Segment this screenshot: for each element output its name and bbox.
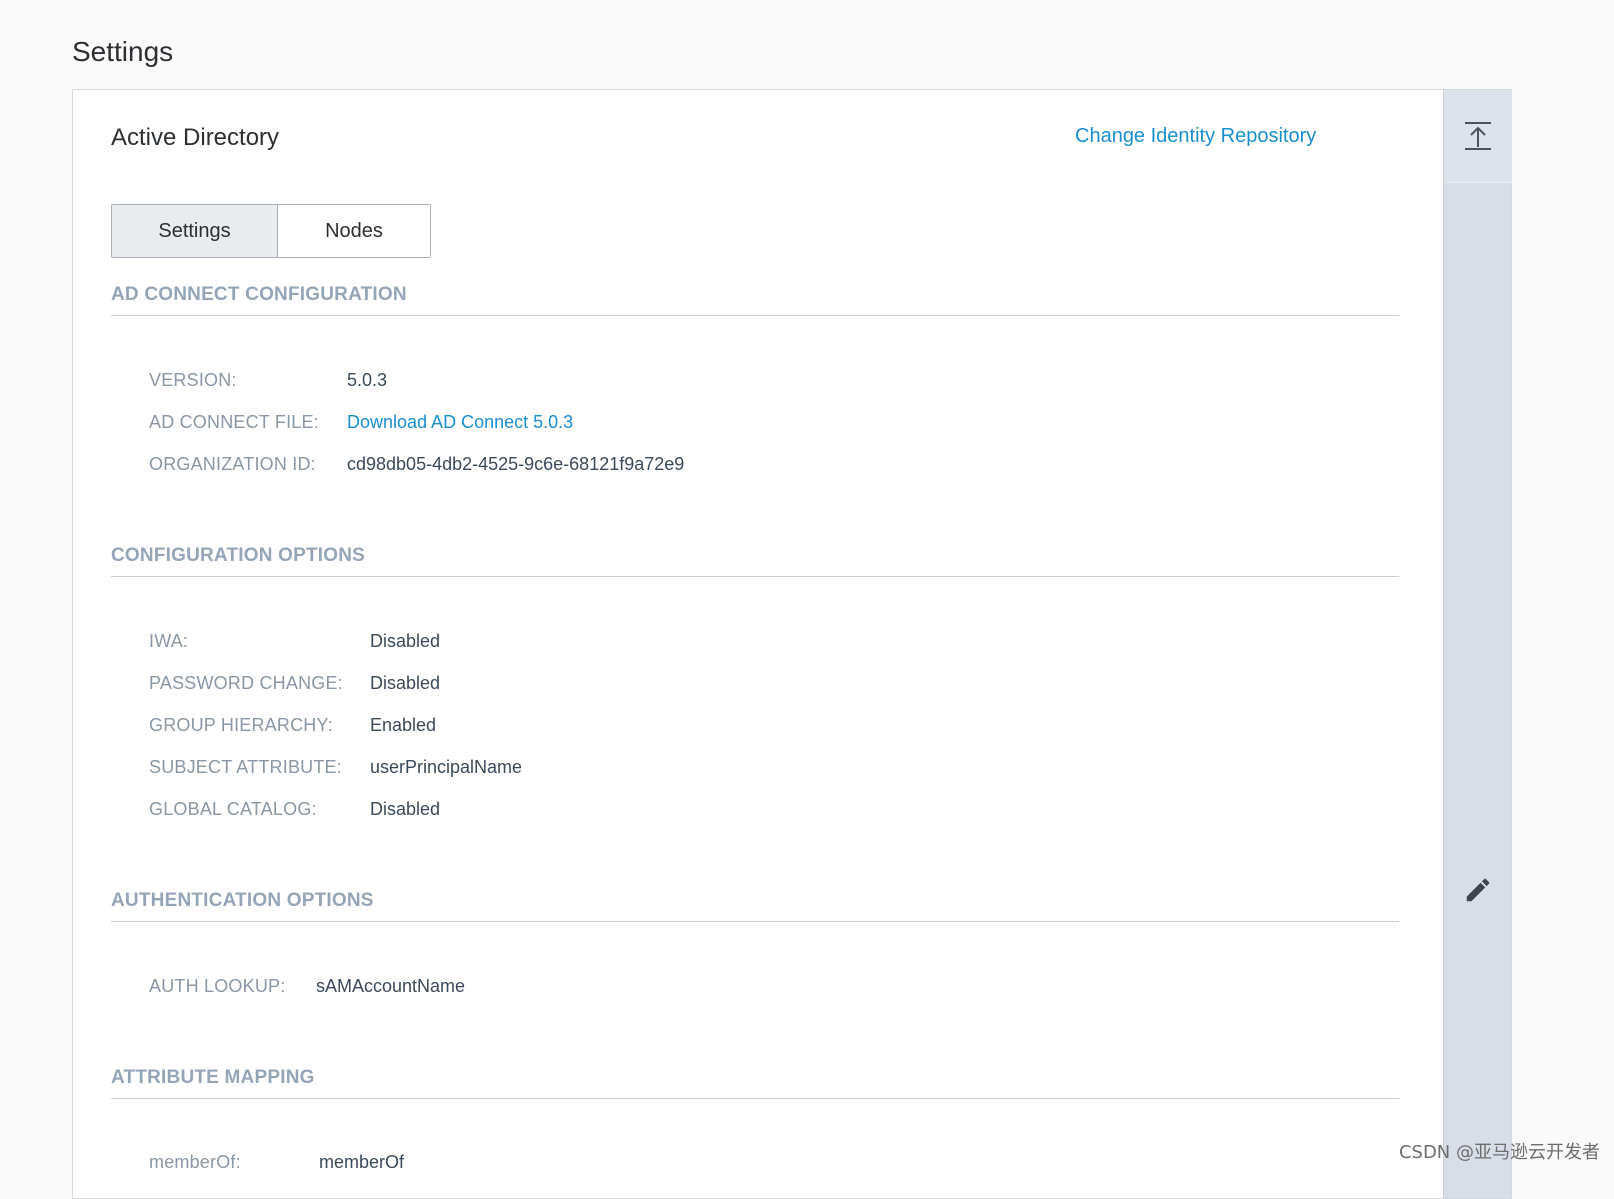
collapse-button[interactable] xyxy=(1444,90,1512,183)
ad-connect-file-label: AD CONNECT FILE: xyxy=(149,412,347,433)
global-catalog-value: Disabled xyxy=(370,799,440,820)
pencil-icon xyxy=(1463,875,1493,905)
auth-lookup-value: sAMAccountName xyxy=(316,976,465,997)
side-action-rail xyxy=(1443,90,1511,1198)
tab-group: Settings Nodes xyxy=(111,204,431,258)
section-heading-attribute-mapping: ATTRIBUTE MAPPING xyxy=(111,1067,1399,1099)
version-row: VERSION: 5.0.3 xyxy=(149,370,387,391)
iwa-value: Disabled xyxy=(370,631,440,652)
active-directory-card: Active Directory Change Identity Reposit… xyxy=(72,89,1512,1199)
organization-id-label: ORGANIZATION ID: xyxy=(149,454,347,475)
subject-attribute-row: SUBJECT ATTRIBUTE: userPrincipalName xyxy=(149,757,522,778)
download-ad-connect-link[interactable]: Download AD Connect 5.0.3 xyxy=(347,412,573,433)
group-hierarchy-label: GROUP HIERARCHY: xyxy=(149,715,370,736)
section-heading-config-options: CONFIGURATION OPTIONS xyxy=(111,545,1399,577)
memberof-row: memberOf: memberOf xyxy=(149,1152,404,1173)
memberof-value: memberOf xyxy=(319,1152,404,1173)
ad-connect-file-row: AD CONNECT FILE: Download AD Connect 5.0… xyxy=(149,412,573,433)
version-label: VERSION: xyxy=(149,370,347,391)
organization-id-value: cd98db05-4db2-4525-9c6e-68121f9a72e9 xyxy=(347,454,684,475)
change-identity-repository-link[interactable]: Change Identity Repository xyxy=(1075,125,1316,148)
page-title: Settings xyxy=(72,36,173,68)
auth-lookup-row: AUTH LOOKUP: sAMAccountName xyxy=(149,976,465,997)
card-body: Active Directory Change Identity Reposit… xyxy=(73,90,1443,1198)
collapse-to-top-icon xyxy=(1463,120,1493,152)
password-change-label: PASSWORD CHANGE: xyxy=(149,673,370,694)
subject-attribute-value: userPrincipalName xyxy=(370,757,522,778)
organization-id-row: ORGANIZATION ID: cd98db05-4db2-4525-9c6e… xyxy=(149,454,684,475)
section-heading-auth-options: AUTHENTICATION OPTIONS xyxy=(111,890,1399,922)
global-catalog-label: GLOBAL CATALOG: xyxy=(149,799,370,820)
memberof-label: memberOf: xyxy=(149,1152,319,1173)
tab-settings[interactable]: Settings xyxy=(112,205,278,257)
tab-nodes[interactable]: Nodes xyxy=(278,205,430,257)
auth-lookup-label: AUTH LOOKUP: xyxy=(149,976,316,997)
watermark: CSDN @亚马逊云开发者 xyxy=(1399,1138,1600,1164)
password-change-value: Disabled xyxy=(370,673,440,694)
iwa-label: IWA: xyxy=(149,631,370,652)
section-heading-ad-connect: AD CONNECT CONFIGURATION xyxy=(111,284,1399,316)
edit-button[interactable] xyxy=(1444,860,1512,920)
group-hierarchy-value: Enabled xyxy=(370,715,436,736)
card-title: Active Directory xyxy=(111,124,279,152)
password-change-row: PASSWORD CHANGE: Disabled xyxy=(149,673,440,694)
global-catalog-row: GLOBAL CATALOG: Disabled xyxy=(149,799,440,820)
group-hierarchy-row: GROUP HIERARCHY: Enabled xyxy=(149,715,436,736)
iwa-row: IWA: Disabled xyxy=(149,631,440,652)
subject-attribute-label: SUBJECT ATTRIBUTE: xyxy=(149,757,370,778)
version-value: 5.0.3 xyxy=(347,370,387,391)
